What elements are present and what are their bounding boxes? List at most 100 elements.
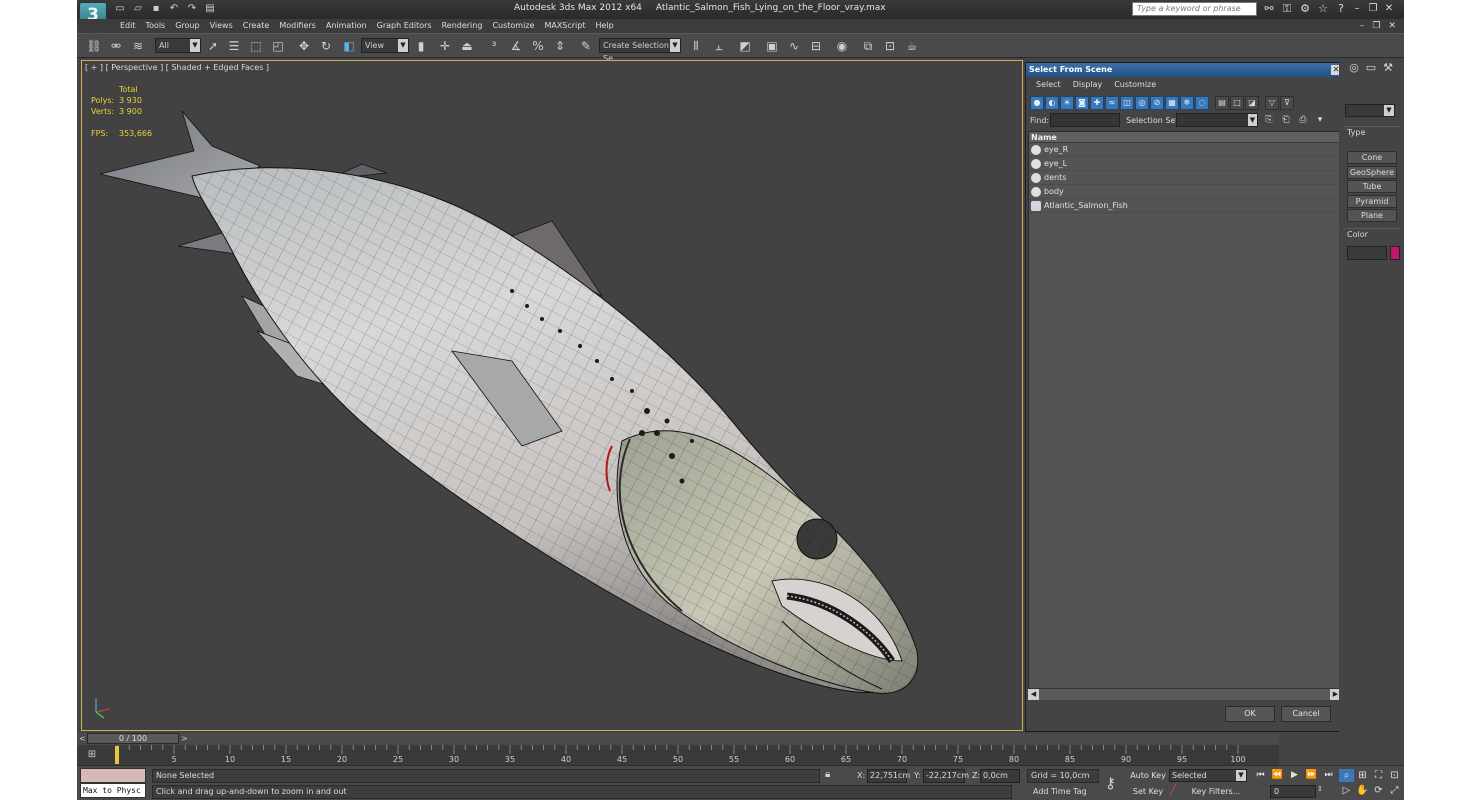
spinner-snap-icon[interactable]: ⇕ [551, 37, 569, 55]
doc-restore-icon[interactable]: ❐ [1372, 19, 1380, 33]
schematic-view-icon[interactable]: ⊟ [807, 37, 825, 55]
doc-minimize-icon[interactable]: – [1360, 19, 1365, 33]
remove-selection-set-icon[interactable]: ⎗ [1279, 113, 1293, 127]
dialog-menu-display[interactable]: Display [1067, 78, 1109, 92]
link-icon[interactable]: ⛓ [85, 37, 103, 55]
maxscript-mini-listener[interactable]: Max to Physc [80, 783, 146, 798]
set-key-button[interactable]: Set Key [1129, 785, 1167, 799]
select-object-icon[interactable]: ➚ [204, 37, 222, 55]
select-manipulate-icon[interactable]: ✛ [436, 37, 454, 55]
rotate-icon[interactable]: ↻ [317, 37, 335, 55]
pan-icon[interactable]: ✋ [1355, 784, 1370, 797]
bind-spacewarp-icon[interactable]: ≋ [129, 37, 147, 55]
list-item[interactable]: eye_R [1029, 143, 1340, 157]
graphite-tools-icon[interactable]: ▣ [763, 37, 781, 55]
track-bar[interactable]: ⊞ 5 10 15 20 25 30 35 40 45 50 55 60 65 70 75 80 85 90 95 1… [77, 745, 1279, 765]
close-icon[interactable]: ✕ [1383, 2, 1395, 16]
filter-options-icon[interactable]: ⊽ [1280, 96, 1294, 110]
menu-modifiers[interactable]: Modifiers [274, 19, 321, 33]
rendered-frame-icon[interactable]: ⊡ [881, 37, 899, 55]
move-icon[interactable]: ✥ [295, 37, 313, 55]
mirror-icon[interactable]: ⫴ [687, 37, 705, 55]
display-frozen-icon[interactable]: ❄ [1180, 96, 1194, 110]
list-item[interactable]: eye_L [1029, 157, 1340, 171]
time-next-icon[interactable]: > [181, 733, 188, 744]
motion-tab-icon[interactable]: ◎ [1347, 61, 1361, 75]
communication-icon[interactable]: ⚙ [1299, 2, 1311, 16]
unlink-icon[interactable]: ⚮ [107, 37, 125, 55]
material-editor-icon[interactable]: ◉ [833, 37, 851, 55]
maximize-viewport-icon[interactable]: ⤢ [1387, 784, 1402, 797]
frame-spinner-icon[interactable]: ⇕ [1317, 785, 1323, 793]
key-selection-dropdown[interactable]: Selected ▼ [1169, 769, 1247, 782]
display-geometry-icon[interactable]: ● [1030, 96, 1044, 110]
snaps-toggle-icon[interactable]: ³ [485, 37, 503, 55]
percent-snap-icon[interactable]: % [529, 37, 547, 55]
open-file-icon[interactable]: ▱ [131, 2, 145, 16]
geosphere-button[interactable]: GeoSphere [1347, 166, 1397, 179]
display-bones-icon[interactable]: ⊘ [1150, 96, 1164, 110]
pivot-center-icon[interactable]: ▮ [412, 37, 430, 55]
display-lights-icon[interactable]: ☀ [1060, 96, 1074, 110]
cone-button[interactable]: Cone [1347, 151, 1397, 164]
viewport-label[interactable]: [ + ] [ Perspective ] [ Shaded + Edged F… [85, 63, 269, 72]
binoculars-icon[interactable]: ⚯ [1263, 2, 1275, 16]
display-invert-icon[interactable]: ◪ [1245, 96, 1259, 110]
perspective-viewport[interactable]: [ + ] [ Perspective ] [ Shaded + Edged F… [81, 60, 1023, 731]
menu-customize[interactable]: Customize [487, 19, 539, 33]
coord-x-field[interactable]: 22,751cm [867, 769, 910, 783]
named-selection-dropdown[interactable]: Create Selection Se ▼ [599, 38, 681, 63]
rectangular-selection-icon[interactable]: ⬚ [247, 37, 265, 55]
doc-close-icon[interactable]: ✕ [1388, 19, 1396, 33]
object-color-swatch[interactable] [1390, 246, 1400, 260]
auto-key-button[interactable]: Auto Key [1129, 769, 1167, 783]
go-to-start-icon[interactable]: ⏮ [1253, 769, 1268, 782]
menu-rendering[interactable]: Rendering [437, 19, 488, 33]
display-none-icon[interactable]: □ [1230, 96, 1244, 110]
list-horizontal-scrollbar[interactable]: ◀ ▶ [1028, 688, 1341, 700]
align-icon[interactable]: ⫠ [710, 37, 728, 55]
project-folder-icon[interactable]: ▤ [203, 2, 217, 16]
menu-animation[interactable]: Animation [321, 19, 372, 33]
object-category-dropdown[interactable]: ▼ [1345, 104, 1395, 117]
window-crossing-icon[interactable]: ◰ [269, 37, 287, 55]
object-type-rollout-title[interactable]: Type [1347, 128, 1365, 137]
edit-selection-set-icon[interactable]: ⎙ [1296, 113, 1310, 127]
next-frame-icon[interactable]: ⏩ [1304, 769, 1319, 782]
filter-icon[interactable]: ▽ [1265, 96, 1279, 110]
selection-filter-dropdown[interactable]: All ▼ [155, 38, 201, 53]
scale-icon[interactable]: ◧ [340, 37, 358, 55]
menu-maxscript[interactable]: MAXScript [539, 19, 590, 33]
zoom-icon[interactable]: ⌕ [1339, 769, 1354, 782]
previous-frame-icon[interactable]: ⏪ [1270, 769, 1285, 782]
layer-manager-icon[interactable]: ◩ [736, 37, 754, 55]
help-search-input[interactable]: Type a keyword or phrase [1132, 2, 1257, 16]
object-name-input[interactable] [1347, 246, 1387, 260]
add-time-tag-button[interactable]: Add Time Tag [1027, 785, 1099, 799]
curve-editor-icon[interactable]: ∿ [785, 37, 803, 55]
plane-button[interactable]: Plane [1347, 209, 1397, 222]
save-file-icon[interactable]: ▪ [149, 2, 163, 16]
zoom-all-icon[interactable]: ⊞ [1355, 769, 1370, 782]
current-frame-field[interactable]: 0 [1270, 785, 1316, 798]
coord-z-field[interactable]: 0,0cm [980, 769, 1020, 783]
undo-icon[interactable]: ↶ [167, 2, 181, 16]
dialog-title[interactable]: Select From Scene [1026, 63, 1343, 77]
display-spacewarps-icon[interactable]: ≈ [1105, 96, 1119, 110]
name-color-rollout-title[interactable]: Color [1347, 230, 1368, 239]
coord-y-field[interactable]: -22,217cm [923, 769, 969, 783]
current-frame-marker[interactable] [115, 746, 119, 764]
menu-group[interactable]: Group [170, 19, 204, 33]
selection-lock-icon[interactable]: 🔒︎ [825, 769, 830, 780]
selection-set-dropdown[interactable]: ▼ [1176, 113, 1258, 127]
column-header-name[interactable]: Name [1029, 132, 1340, 143]
menu-create[interactable]: Create [238, 19, 275, 33]
display-groups-icon[interactable]: ◫ [1120, 96, 1134, 110]
create-selection-set-icon[interactable]: ⎘ [1262, 113, 1276, 127]
reference-coordinate-dropdown[interactable]: View ▼ [361, 38, 409, 53]
tube-button[interactable]: Tube [1347, 180, 1397, 193]
display-tab-icon[interactable]: ▭ [1364, 61, 1378, 75]
maxscript-listener-output[interactable] [80, 768, 146, 783]
menu-tools[interactable]: Tools [141, 19, 171, 33]
utilities-tab-icon[interactable]: ⚒ [1381, 61, 1395, 75]
